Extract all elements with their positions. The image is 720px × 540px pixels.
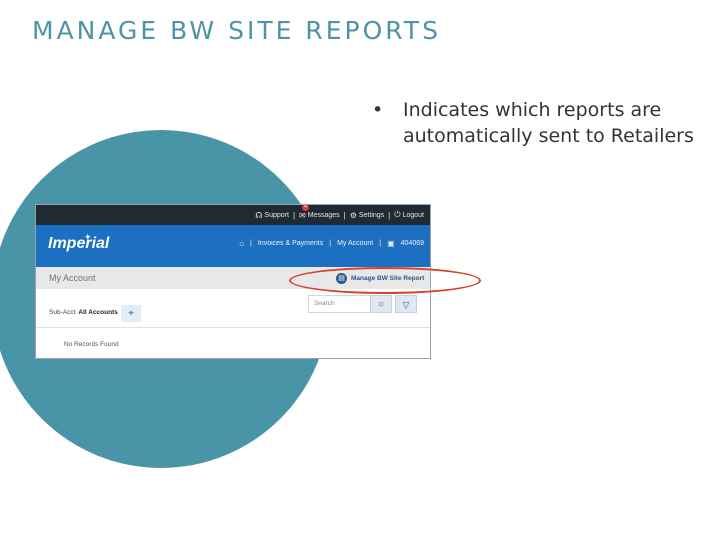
separator: |: [250, 240, 252, 247]
filter-button[interactable]: ▽: [395, 295, 417, 313]
logout-link[interactable]: ⏻ Logout: [394, 210, 424, 220]
messages-link[interactable]: ✉ 4 Messages: [299, 205, 340, 220]
tag-button[interactable]: ⌖: [121, 305, 141, 322]
support-label: Support: [264, 211, 289, 219]
subaccount-value: All Accounts: [78, 309, 118, 316]
subaccount-selector[interactable]: Sub-Acct All Accounts: [49, 309, 118, 316]
headset-icon: ☊: [255, 210, 263, 220]
search-icon: ○: [377, 299, 385, 310]
filter-icon: ▽: [402, 300, 410, 310]
tag-icon: ⌖: [128, 308, 134, 318]
separator: |: [329, 240, 332, 247]
search-button[interactable]: ○: [370, 295, 392, 313]
slide-title: MANAGE BW SITE REPORTS: [32, 16, 441, 45]
nav-invoices-payments[interactable]: Invoices & Payments: [258, 240, 323, 247]
support-link[interactable]: ☊ Support: [255, 211, 289, 220]
home-icon[interactable]: ⌂: [239, 239, 244, 248]
separator: |: [343, 210, 346, 220]
breadcrumb: My Account: [49, 273, 96, 283]
gear-icon: ⚙: [349, 210, 357, 220]
settings-link[interactable]: ⚙ Settings: [350, 211, 384, 220]
nav-my-account[interactable]: My Account: [337, 240, 373, 247]
separator: |: [379, 240, 382, 247]
separator: |: [292, 210, 296, 220]
top-utility-bar: ☊ Support | ✉ 4 Messages | ⚙ Settings | …: [36, 205, 430, 225]
messages-badge: 4: [302, 205, 310, 211]
divider: [36, 327, 430, 328]
subaccount-label: Sub-Acct: [49, 309, 76, 316]
imperial-logo[interactable]: Imperial: [48, 235, 109, 253]
bullet-point: • Indicates which reports are automatica…: [372, 97, 702, 149]
highlight-oval: [289, 267, 481, 294]
bullet-text: Indicates which reports are automaticall…: [403, 99, 694, 147]
store-icon: ▣: [387, 239, 395, 248]
messages-label: Messages: [307, 211, 340, 219]
account-number[interactable]: 404069: [401, 240, 424, 247]
power-icon: ⏻: [394, 210, 401, 219]
bullet-dot: •: [372, 99, 384, 121]
settings-label: Settings: [358, 211, 385, 219]
search-placeholder: Search: [314, 300, 335, 307]
envelope-icon: ✉: [299, 210, 306, 220]
main-header: Imperial ✦ ⌂ | Invoices & Payments | My …: [36, 225, 430, 267]
logo-star-icon: ✦: [84, 232, 92, 242]
separator: |: [388, 210, 391, 220]
empty-state-message: No Records Found: [64, 341, 119, 348]
logout-label: Logout: [402, 211, 424, 219]
